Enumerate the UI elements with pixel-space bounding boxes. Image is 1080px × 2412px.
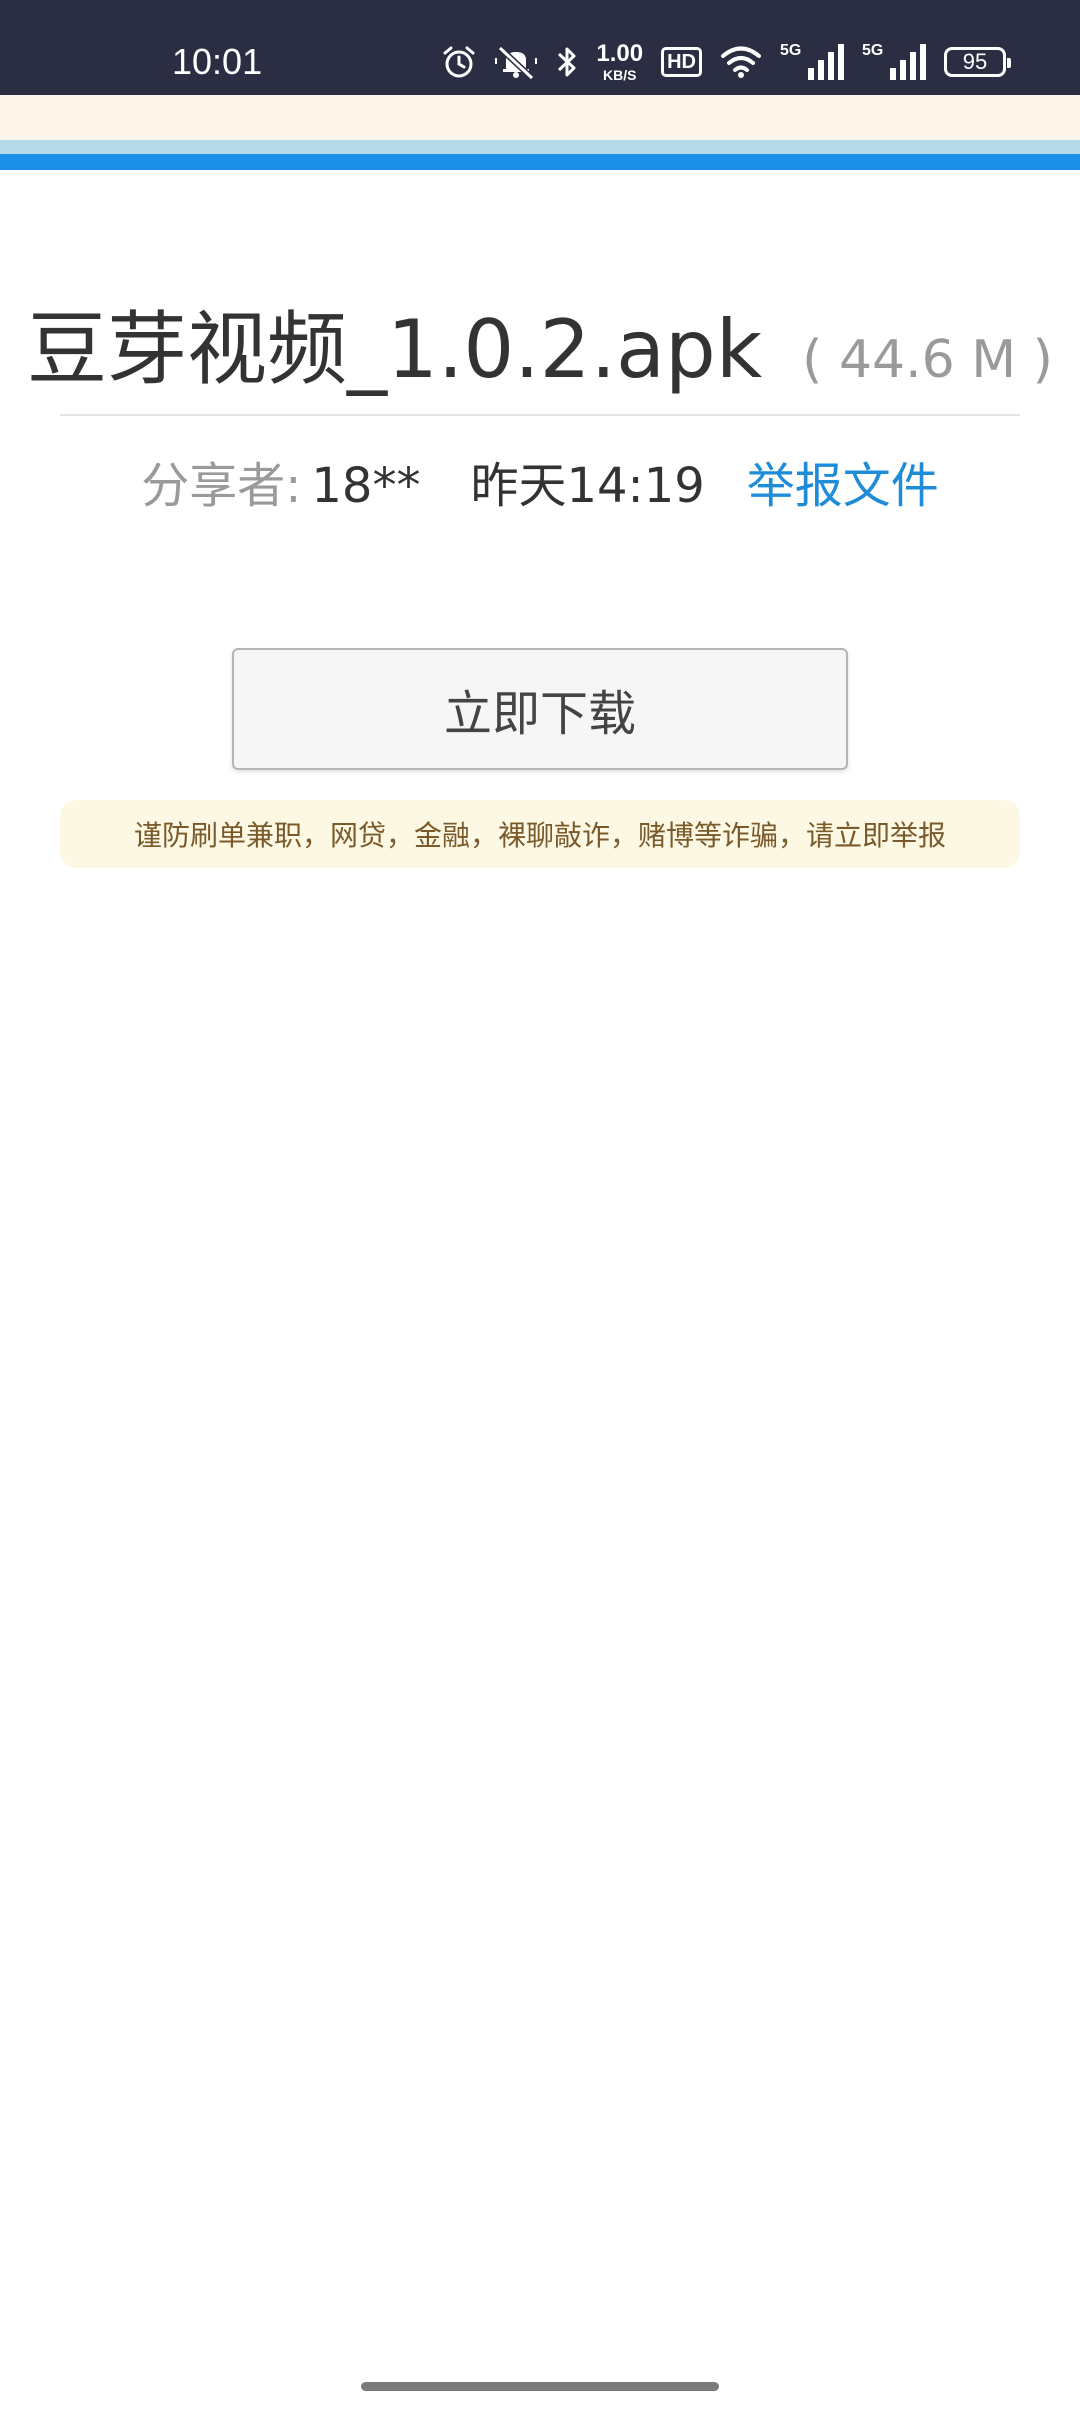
battery-icon: 95 [944, 47, 1011, 77]
header-divider [60, 414, 1020, 416]
status-time: 10:01 [172, 41, 263, 82]
network-speed: 1.00 KB/S [596, 40, 644, 83]
network-speed-unit: KB/S [603, 67, 637, 83]
status-bar: 10:01 1.00 KB/S HD 5G 5G 95 [0, 0, 1080, 95]
file-size: ( 44.6 M ) [802, 330, 1053, 390]
signal-2-type: 5G [862, 42, 884, 59]
download-button[interactable]: 立即下载 [232, 648, 848, 770]
file-meta: 分享者: 18** 昨天14:19 举报文件 [60, 446, 1020, 516]
sharer-value: 18** [311, 458, 421, 514]
cellular-signal-2-icon: 5G [862, 42, 926, 80]
home-indicator[interactable] [361, 2382, 719, 2391]
status-icons: 1.00 KB/S HD 5G 5G 95 [442, 38, 1011, 86]
top-banner-accent [0, 154, 1080, 170]
network-speed-value: 1.00 [596, 40, 644, 67]
mute-icon [494, 44, 538, 80]
file-header: 豆芽视频_1.0.2.apk ( 44.6 M ) [27, 285, 1053, 401]
wifi-icon [720, 45, 762, 79]
file-name: 豆芽视频_1.0.2.apk [27, 303, 763, 396]
top-banner [0, 95, 1080, 140]
alarm-icon [442, 45, 476, 79]
sharer-label: 分享者: [141, 458, 302, 514]
hd-icon: HD [661, 47, 702, 77]
signal-1-type: 5G [780, 42, 802, 59]
cellular-signal-1-icon: 5G [780, 42, 844, 80]
share-time: 昨天14:19 [470, 458, 705, 514]
bluetooth-icon [556, 44, 578, 80]
fraud-warning-notice: 谨防刷单兼职，网贷，金融，裸聊敲诈，赌博等诈骗，请立即举报 [60, 800, 1020, 868]
top-banner-stripe [0, 140, 1080, 154]
report-file-link[interactable]: 举报文件 [747, 446, 939, 516]
